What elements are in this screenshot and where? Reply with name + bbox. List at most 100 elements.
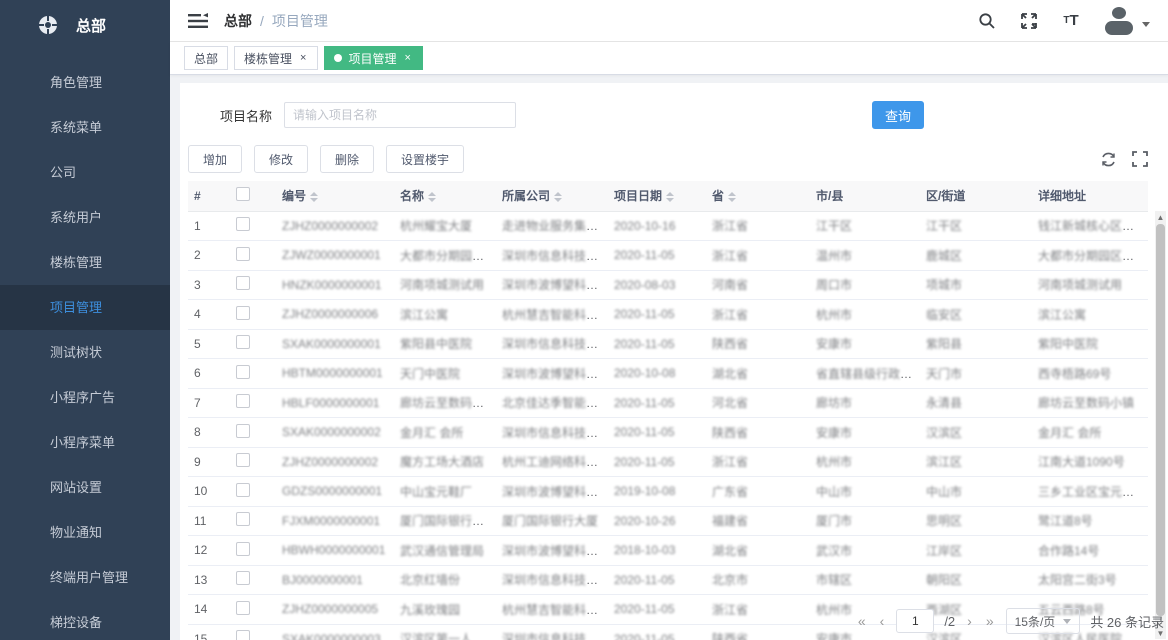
row-checkbox[interactable] bbox=[236, 247, 250, 261]
column-header-3[interactable]: 名称 bbox=[394, 181, 496, 211]
hamburger-icon[interactable] bbox=[188, 13, 208, 29]
sidebar-logo[interactable]: 总部 bbox=[0, 0, 170, 50]
next-page-button[interactable]: › bbox=[965, 613, 974, 629]
sidebar-item-0[interactable]: 角色管理 bbox=[0, 60, 170, 105]
column-header-5[interactable]: 项目日期 bbox=[608, 181, 706, 211]
fullscreen-icon[interactable] bbox=[1018, 10, 1040, 32]
tab-1[interactable]: 楼栋管理× bbox=[234, 46, 318, 70]
cell-code: ZJHZ0000000002 bbox=[276, 448, 394, 477]
sort-icon[interactable] bbox=[666, 192, 674, 202]
row-checkbox[interactable] bbox=[236, 542, 250, 556]
tab-0[interactable]: 总部 bbox=[184, 46, 228, 70]
search-input[interactable] bbox=[284, 102, 516, 128]
first-page-button[interactable]: « bbox=[856, 613, 868, 629]
row-checkbox[interactable] bbox=[236, 394, 250, 408]
table-row[interactable]: 1ZJHZ0000000002杭州耀宝大厦走进物业服务集团...2020-10-… bbox=[188, 212, 1148, 242]
row-checkbox[interactable] bbox=[236, 601, 250, 615]
sidebar-item-6[interactable]: 测试树状 bbox=[0, 330, 170, 375]
column-header-2[interactable]: 编号 bbox=[276, 181, 394, 211]
query-button[interactable]: 查询 bbox=[872, 101, 924, 129]
cell-address: 西寺梧路69号 bbox=[1032, 359, 1148, 388]
select-all-checkbox[interactable] bbox=[236, 187, 250, 201]
refresh-icon[interactable] bbox=[1100, 150, 1118, 168]
cell-code: SXAK0000000002 bbox=[276, 418, 394, 447]
row-checkbox[interactable] bbox=[236, 630, 250, 639]
table-row[interactable]: 5SXAK0000000001紫阳县中医院深圳市信息科技有限...2020-11… bbox=[188, 330, 1148, 360]
sidebar-item-7[interactable]: 小程序广告 bbox=[0, 375, 170, 420]
table-row[interactable]: 4ZJHZ0000000006滨江公寓杭州慧吉智能科技...2020-11-05… bbox=[188, 300, 1148, 330]
sidebar-item-2[interactable]: 公司 bbox=[0, 150, 170, 195]
row-checkbox[interactable] bbox=[236, 453, 250, 467]
row-checkbox[interactable] bbox=[236, 306, 250, 320]
row-checkbox[interactable] bbox=[236, 335, 250, 349]
toolbar-button-1[interactable]: 修改 bbox=[254, 145, 308, 173]
row-checkbox[interactable] bbox=[236, 483, 250, 497]
prev-page-button[interactable]: ‹ bbox=[878, 613, 887, 629]
sidebar-item-8[interactable]: 小程序菜单 bbox=[0, 420, 170, 465]
sort-icon[interactable] bbox=[554, 192, 562, 202]
cell-company: 深圳市波博望科技... bbox=[496, 271, 608, 300]
column-header-4[interactable]: 所属公司 bbox=[496, 181, 608, 211]
row-checkbox[interactable] bbox=[236, 217, 250, 231]
scrollbar-thumb[interactable] bbox=[1156, 224, 1165, 616]
user-menu[interactable] bbox=[1102, 6, 1150, 36]
row-checkbox[interactable] bbox=[236, 512, 250, 526]
column-header-9: 详细地址 bbox=[1032, 181, 1148, 211]
table-row[interactable]: 6HBTM0000000001天门中医院深圳市波博望科技...2020-10-0… bbox=[188, 359, 1148, 389]
last-page-button[interactable]: » bbox=[984, 613, 996, 629]
sidebar-item-5[interactable]: 项目管理 bbox=[0, 285, 170, 330]
cell-name: 魔方工场大酒店 bbox=[394, 448, 496, 477]
table-row[interactable]: 7HBLF0000000001廊坊云至数码小镇北京佳达季智能科...2020-1… bbox=[188, 389, 1148, 419]
close-tab-icon[interactable]: × bbox=[402, 52, 412, 65]
table-row[interactable]: 10GDZS0000000001中山宝元鞋厂深圳市波博望科技...2019-10… bbox=[188, 477, 1148, 507]
sidebar-item-9[interactable]: 网站设置 bbox=[0, 465, 170, 510]
sidebar-item-1[interactable]: 系统菜单 bbox=[0, 105, 170, 150]
toolbar-button-3[interactable]: 设置楼宇 bbox=[386, 145, 464, 173]
search-icon[interactable] bbox=[976, 10, 998, 32]
cell-code: HBLF0000000001 bbox=[276, 389, 394, 418]
cell-name: 武汉通信管理局 bbox=[394, 536, 496, 565]
toolbar-button-0[interactable]: 增加 bbox=[188, 145, 242, 173]
sort-icon[interactable] bbox=[428, 192, 436, 202]
tab-2[interactable]: 项目管理× bbox=[324, 46, 422, 70]
cell-province: 浙江省 bbox=[706, 448, 810, 477]
table-row[interactable]: 13BJ0000000001北京红墙份深圳市信息科技有限...2020-11-0… bbox=[188, 566, 1148, 596]
sidebar-item-10[interactable]: 物业通知 bbox=[0, 510, 170, 555]
table-row[interactable]: 3HNZK0000000001河南项城测试用深圳市波博望科技...2020-08… bbox=[188, 271, 1148, 301]
sidebar-item-12[interactable]: 梯控设备 bbox=[0, 600, 170, 640]
font-size-icon[interactable]: TT bbox=[1060, 10, 1082, 32]
cell-address: 江南大道1090号 bbox=[1032, 448, 1148, 477]
page-size-select[interactable]: 15条/页 bbox=[1006, 608, 1081, 634]
column-header-6[interactable]: 省 bbox=[706, 181, 810, 211]
sidebar-item-11[interactable]: 终端用户管理 bbox=[0, 555, 170, 600]
table-scrollbar[interactable]: ▲ ▼ bbox=[1155, 211, 1166, 639]
row-checkbox[interactable] bbox=[236, 571, 250, 585]
row-checkbox[interactable] bbox=[236, 365, 250, 379]
cell-company: 深圳市信息科技有限... bbox=[496, 566, 608, 595]
table-row[interactable]: 12HBWH0000000001武汉通信管理局深圳市波博望科技...2018-1… bbox=[188, 536, 1148, 566]
sidebar-item-4[interactable]: 楼栋管理 bbox=[0, 240, 170, 285]
toolbar-button-2[interactable]: 删除 bbox=[320, 145, 374, 173]
table-fullscreen-icon[interactable] bbox=[1132, 150, 1150, 168]
cell-city: 温州市 bbox=[810, 241, 920, 270]
cell-address: 河南项城测试用 bbox=[1032, 271, 1148, 300]
breadcrumb-root[interactable]: 总部 bbox=[224, 11, 252, 31]
page-number-input[interactable] bbox=[896, 609, 934, 633]
row-checkbox[interactable] bbox=[236, 276, 250, 290]
cell-name: 滨江公寓 bbox=[394, 300, 496, 329]
cell-company: 深圳市信息科技有限... bbox=[496, 330, 608, 359]
table-row[interactable]: 11FJXM0000000001厦门国际银行大厦厦门国际银行大厦2020-10-… bbox=[188, 507, 1148, 537]
row-index: 5 bbox=[188, 330, 230, 359]
row-checkbox[interactable] bbox=[236, 424, 250, 438]
sidebar-item-3[interactable]: 系统用户 bbox=[0, 195, 170, 240]
cell-address: 三乡工业区宝元制... bbox=[1032, 477, 1148, 506]
close-tab-icon[interactable]: × bbox=[298, 52, 308, 65]
column-label: 编号 bbox=[282, 189, 306, 203]
scroll-up-icon[interactable]: ▲ bbox=[1155, 211, 1166, 223]
row-index: 15 bbox=[188, 625, 230, 640]
table-row[interactable]: 9ZJHZ0000000002魔方工场大酒店杭州工迪网络科技...2020-11… bbox=[188, 448, 1148, 478]
sort-icon[interactable] bbox=[310, 192, 318, 202]
table-row[interactable]: 2ZJWZ0000000001大都市分期园区二期深圳市信息科技有限...2020… bbox=[188, 241, 1148, 271]
sort-icon[interactable] bbox=[728, 192, 736, 202]
table-row[interactable]: 8SXAK0000000002金月汇 会所深圳市信息科技有限...2020-11… bbox=[188, 418, 1148, 448]
